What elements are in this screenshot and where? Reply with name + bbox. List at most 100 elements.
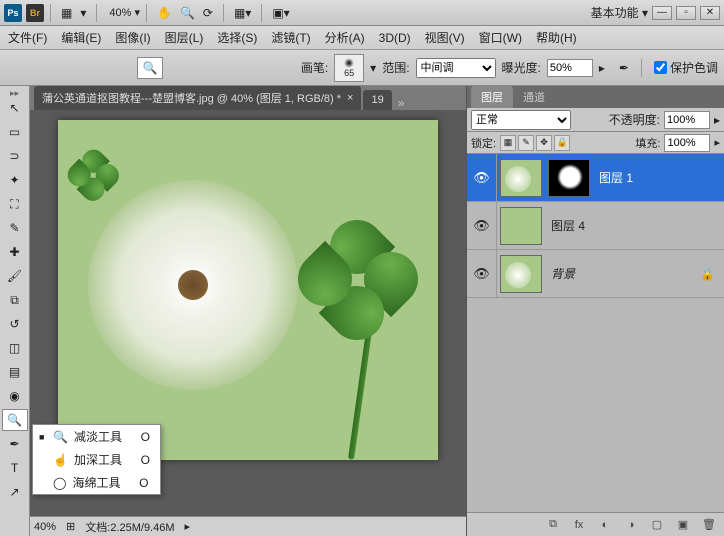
- menu-filter[interactable]: 滤镜(T): [271, 29, 310, 46]
- visibility-icon[interactable]: 👁: [467, 202, 497, 249]
- flyout-dodge[interactable]: ■🔍减淡工具 O: [33, 425, 160, 448]
- eyedropper-tool[interactable]: ✎: [2, 217, 28, 239]
- lasso-tool[interactable]: ⊃: [2, 145, 28, 167]
- layer-mask-thumb[interactable]: [548, 159, 590, 197]
- tab-overflow-icon[interactable]: »: [398, 96, 405, 110]
- lock-transparent-icon[interactable]: ▦: [500, 135, 516, 151]
- flyout-burn[interactable]: ☝加深工具 O: [33, 448, 160, 471]
- menu-image[interactable]: 图像(I): [115, 29, 150, 46]
- close-button[interactable]: ✕: [700, 6, 720, 20]
- document-tab-2[interactable]: 19: [363, 90, 391, 110]
- layer-name[interactable]: 图层 4: [545, 217, 724, 234]
- bridge-icon[interactable]: Br: [26, 4, 44, 22]
- menu-help[interactable]: 帮助(H): [536, 29, 577, 46]
- menu-edit[interactable]: 编辑(E): [61, 29, 101, 46]
- visibility-icon[interactable]: 👁: [467, 250, 497, 297]
- document-tab[interactable]: 蒲公英通道抠图教程---楚盟博客.jpg @ 40% (图层 1, RGB/8)…: [34, 86, 361, 110]
- arrange-icon[interactable]: ▦▾: [230, 4, 255, 22]
- type-tool[interactable]: T: [2, 457, 28, 479]
- layer-row[interactable]: 👁 背景 🔒: [467, 250, 724, 298]
- current-tool-icon[interactable]: 🔍: [137, 57, 163, 79]
- menu-window[interactable]: 窗口(W): [479, 29, 522, 46]
- move-tool[interactable]: ↖: [2, 97, 28, 119]
- menu-analysis[interactable]: 分析(A): [325, 29, 365, 46]
- status-doc-size: 2.25M/9.46M: [110, 522, 174, 534]
- opacity-input[interactable]: [664, 111, 710, 129]
- menu-select[interactable]: 选择(S): [217, 29, 257, 46]
- brush-tool[interactable]: 🖌: [2, 265, 28, 287]
- wand-tool[interactable]: ✦: [2, 169, 28, 191]
- mask-icon[interactable]: ◐: [596, 517, 614, 533]
- layer-name[interactable]: 背景: [545, 265, 700, 282]
- app-icon: Ps: [4, 4, 22, 22]
- workspace-label[interactable]: 基本功能 ▾: [591, 4, 648, 21]
- hand-icon[interactable]: ✋: [153, 4, 176, 22]
- range-select[interactable]: 中间调: [416, 58, 496, 78]
- visibility-icon[interactable]: 👁: [467, 154, 497, 201]
- link-icon[interactable]: ⧉: [544, 517, 562, 533]
- layers-list: 👁 图层 1 👁 图层 4 👁 背景 🔒: [467, 154, 724, 512]
- airbrush-icon[interactable]: ✒: [619, 61, 629, 75]
- fill-flyout-icon[interactable]: ▸: [714, 136, 720, 149]
- heal-tool[interactable]: ✚: [2, 241, 28, 263]
- zoom-select[interactable]: 40% ▾: [109, 6, 140, 19]
- opacity-flyout-icon[interactable]: ▸: [714, 113, 720, 127]
- layer-name[interactable]: 图层 1: [593, 169, 724, 186]
- lock-all-icon[interactable]: 🔒: [554, 135, 570, 151]
- status-flyout-icon[interactable]: ▸: [185, 520, 191, 533]
- trash-icon[interactable]: 🗑: [700, 517, 718, 533]
- stamp-tool[interactable]: ⧉: [2, 289, 28, 311]
- layer-thumb[interactable]: [500, 207, 542, 245]
- status-zoom[interactable]: 40%: [34, 521, 56, 533]
- panel-tab-channels[interactable]: 通道: [513, 86, 555, 108]
- exposure-flyout-icon[interactable]: ▸: [599, 61, 605, 75]
- canvas[interactable]: [58, 120, 438, 460]
- protect-tones-checkbox[interactable]: 保护色调: [654, 59, 718, 76]
- crop-tool[interactable]: ⛶: [2, 193, 28, 215]
- menu-layer[interactable]: 图层(L): [165, 29, 204, 46]
- marquee-tool[interactable]: ▭: [2, 121, 28, 143]
- blur-tool[interactable]: ◉: [2, 385, 28, 407]
- dodge-tool[interactable]: 🔍: [2, 409, 28, 431]
- clover-small: [68, 150, 118, 200]
- panel-tab-layers[interactable]: 图层: [471, 86, 513, 108]
- blend-mode-select[interactable]: 正常: [471, 110, 571, 130]
- fill-input[interactable]: [664, 134, 710, 152]
- layer-row[interactable]: 👁 图层 1: [467, 154, 724, 202]
- tab-close-icon[interactable]: ×: [347, 92, 353, 104]
- document-tab-title: 蒲公英通道抠图教程---楚盟博客.jpg @ 40% (图层 1, RGB/8)…: [42, 90, 341, 106]
- eraser-tool[interactable]: ◫: [2, 337, 28, 359]
- rotate-icon[interactable]: ⟳: [199, 4, 217, 22]
- dropdown-icon[interactable]: ▾: [76, 4, 90, 22]
- menu-3d[interactable]: 3D(D): [379, 31, 411, 45]
- maximize-button[interactable]: ▫: [676, 6, 696, 20]
- flyout-sponge[interactable]: ◯海绵工具 O: [33, 471, 160, 494]
- pen-tool[interactable]: ✒: [2, 433, 28, 455]
- adjust-icon[interactable]: ◑: [622, 517, 640, 533]
- path-tool[interactable]: ↗: [2, 481, 28, 503]
- status-chevron-icon[interactable]: ⊞: [66, 520, 75, 533]
- menu-view[interactable]: 视图(V): [425, 29, 465, 46]
- mb-icon[interactable]: ▦: [57, 4, 76, 22]
- lock-position-icon[interactable]: ✥: [536, 135, 552, 151]
- lock-paint-icon[interactable]: ✎: [518, 135, 534, 151]
- clover-stem: [348, 330, 372, 460]
- screenmode-icon[interactable]: ▣▾: [268, 4, 293, 22]
- history-brush-tool[interactable]: ↺: [2, 313, 28, 335]
- toolbox-grip-icon[interactable]: ▸▸: [0, 88, 29, 96]
- new-layer-icon[interactable]: ▣: [674, 517, 692, 533]
- layer-row[interactable]: 👁 图层 4: [467, 202, 724, 250]
- group-icon[interactable]: ▢: [648, 517, 666, 533]
- brush-preview[interactable]: 65: [334, 54, 364, 82]
- layer-thumb[interactable]: [500, 159, 542, 197]
- layer-thumb[interactable]: [500, 255, 542, 293]
- zoom-tool-icon[interactable]: 🔍: [176, 4, 199, 22]
- dandelion: [88, 180, 298, 390]
- minimize-button[interactable]: —: [652, 6, 672, 20]
- exposure-input[interactable]: [547, 59, 593, 77]
- gradient-tool[interactable]: ▤: [2, 361, 28, 383]
- fx-icon[interactable]: fx: [570, 517, 588, 533]
- menu-file[interactable]: 文件(F): [8, 29, 47, 46]
- fill-label: 填充:: [635, 135, 660, 151]
- status-bar: 40% ⊞ 文档:2.25M/9.46M ▸: [30, 516, 466, 536]
